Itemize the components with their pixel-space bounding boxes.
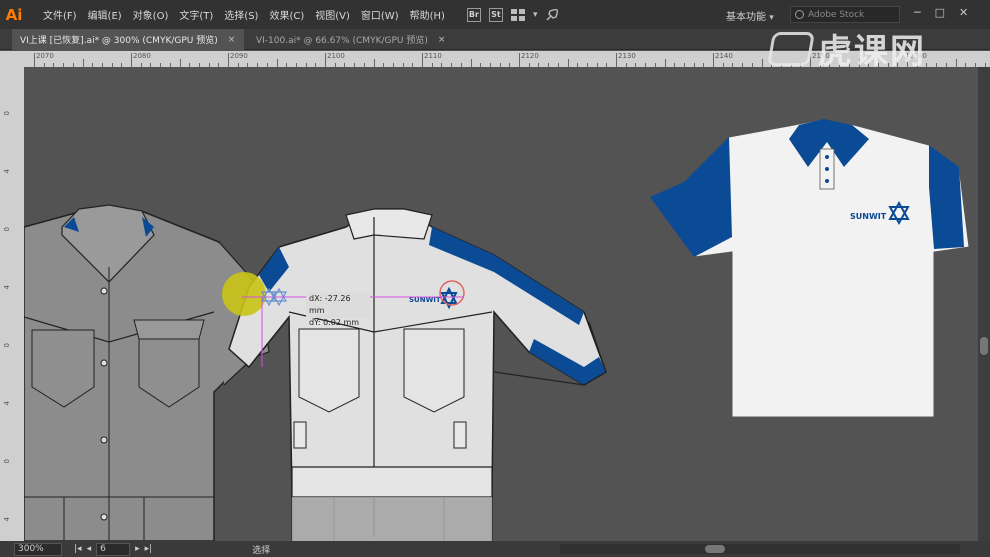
bridge-button[interactable]: Br: [466, 7, 481, 22]
workspace-label: 基本功能: [726, 12, 766, 23]
ruler-tick: [470, 59, 472, 67]
window-controls: ─ □ ✕: [914, 6, 968, 19]
menu-window[interactable]: 窗口(W): [356, 7, 404, 22]
scroll-thumb[interactable]: [705, 545, 725, 553]
status-bar: 300% |◂ ◂ 6 ▸ ▸| 选择: [0, 541, 990, 557]
stock-search-input[interactable]: Adobe Stock: [790, 6, 900, 23]
chevron-down-icon[interactable]: ▾: [533, 10, 538, 20]
maximize-icon[interactable]: □: [935, 6, 945, 19]
vertical-ruler[interactable]: 0 4 0 4 0 4 0 4: [0, 51, 24, 541]
ruler-tick: [325, 53, 326, 67]
scroll-thumb[interactable]: [980, 337, 988, 355]
ruler-tick: [664, 59, 666, 67]
vertical-scrollbar[interactable]: [978, 67, 990, 541]
zoom-field[interactable]: 300%: [14, 542, 62, 556]
artboard-navigator: |◂ ◂ 6 ▸ ▸|: [74, 542, 153, 556]
horizontal-scrollbar[interactable]: [560, 544, 960, 554]
ruler-label: 0: [3, 343, 11, 348]
app-logo[interactable]: Ai: [0, 0, 28, 29]
menu-edit[interactable]: 编辑(E): [83, 7, 127, 22]
workspace-switcher[interactable]: 基本功能 ▾: [726, 8, 774, 23]
ruler-tick: [82, 59, 84, 67]
ruler-tick: [761, 59, 763, 67]
ruler-tick: [276, 59, 278, 67]
artboard-canvas[interactable]: SUNWIT SUNWIT dX: -27.26 mm dY: 0.02 mm: [24, 67, 978, 541]
minimize-icon[interactable]: ─: [914, 6, 921, 19]
close-icon[interactable]: ×: [228, 35, 236, 45]
ruler-label: 4: [3, 401, 11, 406]
search-placeholder: Adobe Stock: [808, 9, 865, 20]
polo-logo-text: SUNWIT: [850, 212, 887, 221]
ruler-tick: [616, 53, 617, 67]
delta-y-readout: dY: 0.02 mm: [309, 318, 360, 327]
ruler-label: 2110: [424, 52, 442, 60]
artwork: SUNWIT SUNWIT: [24, 118, 970, 541]
ruler-label: 2090: [230, 52, 248, 60]
current-tool-status[interactable]: 选择: [252, 543, 270, 556]
menu-file[interactable]: 文件(F): [38, 7, 82, 22]
ruler-label: 2070: [36, 52, 54, 60]
gray-jacket[interactable]: [24, 204, 270, 541]
menu-items: 文件(F) 编辑(E) 对象(O) 文字(T) 选择(S) 效果(C) 视图(V…: [38, 7, 451, 22]
prev-artboard-icon[interactable]: ◂: [87, 544, 92, 554]
watermark: 虎课网: [767, 24, 926, 73]
watermark-logo-icon: [767, 31, 815, 66]
delta-x-readout: dX: -27.26 mm: [309, 294, 351, 315]
close-icon[interactable]: ×: [438, 35, 446, 45]
ruler-tick: [179, 59, 181, 67]
cursor-highlight: [222, 272, 266, 316]
next-artboard-icon[interactable]: ▸: [135, 544, 140, 554]
menu-effect[interactable]: 效果(C): [264, 7, 309, 22]
ruler-label: 0: [3, 227, 11, 232]
ruler-label: 4: [3, 285, 11, 290]
arrange-documents-icon[interactable]: [510, 8, 525, 21]
menu-view[interactable]: 视图(V): [310, 7, 355, 22]
tab-vi-lesson[interactable]: VI上课 [已恢复].ai* @ 300% (CMYK/GPU 预览) ×: [12, 29, 244, 50]
menu-object[interactable]: 对象(O): [128, 7, 174, 22]
ruler-tick: [567, 59, 569, 67]
ruler-label: 2120: [521, 52, 539, 60]
ruler-tick: [373, 59, 375, 67]
ruler-tick: [519, 53, 520, 67]
close-icon[interactable]: ✕: [959, 6, 968, 19]
ruler-tick: [713, 53, 714, 67]
tab-vi-100[interactable]: VI-100.ai* @ 66.67% (CMYK/GPU 预览) ×: [248, 29, 448, 50]
first-artboard-icon[interactable]: |◂: [74, 544, 82, 554]
measurement-tooltip: dX: -27.26 mm dY: 0.02 mm: [306, 292, 370, 327]
stock-button[interactable]: St: [488, 7, 503, 22]
ruler-tick: [131, 53, 132, 67]
ruler-label: 2080: [133, 52, 151, 60]
ruler-label: 2130: [618, 52, 636, 60]
ruler-label: 2140: [715, 52, 733, 60]
search-icon: [795, 10, 804, 19]
ruler-label: 0: [3, 111, 11, 116]
chevron-down-icon: ▾: [769, 13, 774, 23]
polo-shirt[interactable]: SUNWIT: [649, 118, 970, 418]
artboard-number-field[interactable]: 6: [96, 542, 131, 556]
tab-label: VI上课 [已恢复].ai* @ 300% (CMYK/GPU 预览): [20, 36, 218, 46]
ruler-tick: [955, 59, 957, 67]
last-artboard-icon[interactable]: ▸|: [145, 544, 153, 554]
tab-label: VI-100.ai* @ 66.67% (CMYK/GPU 预览): [256, 36, 428, 46]
menu-help[interactable]: 帮助(H): [405, 7, 450, 22]
ruler-label: 4: [3, 517, 11, 522]
ruler-label: 0: [3, 459, 11, 464]
menu-type[interactable]: 文字(T): [174, 7, 218, 22]
ruler-label: 4: [3, 169, 11, 174]
ruler-label: 2100: [327, 52, 345, 60]
light-jacket[interactable]: SUNWIT: [228, 208, 607, 541]
ruler-tick: [228, 53, 229, 67]
menu-select[interactable]: 选择(S): [219, 7, 263, 22]
ruler-tick: [34, 53, 35, 67]
rocket-icon[interactable]: [545, 8, 559, 22]
menu-tools: Br St ▾: [466, 7, 560, 22]
watermark-text: 虎课网: [818, 32, 926, 72]
ruler-tick: [422, 53, 423, 67]
